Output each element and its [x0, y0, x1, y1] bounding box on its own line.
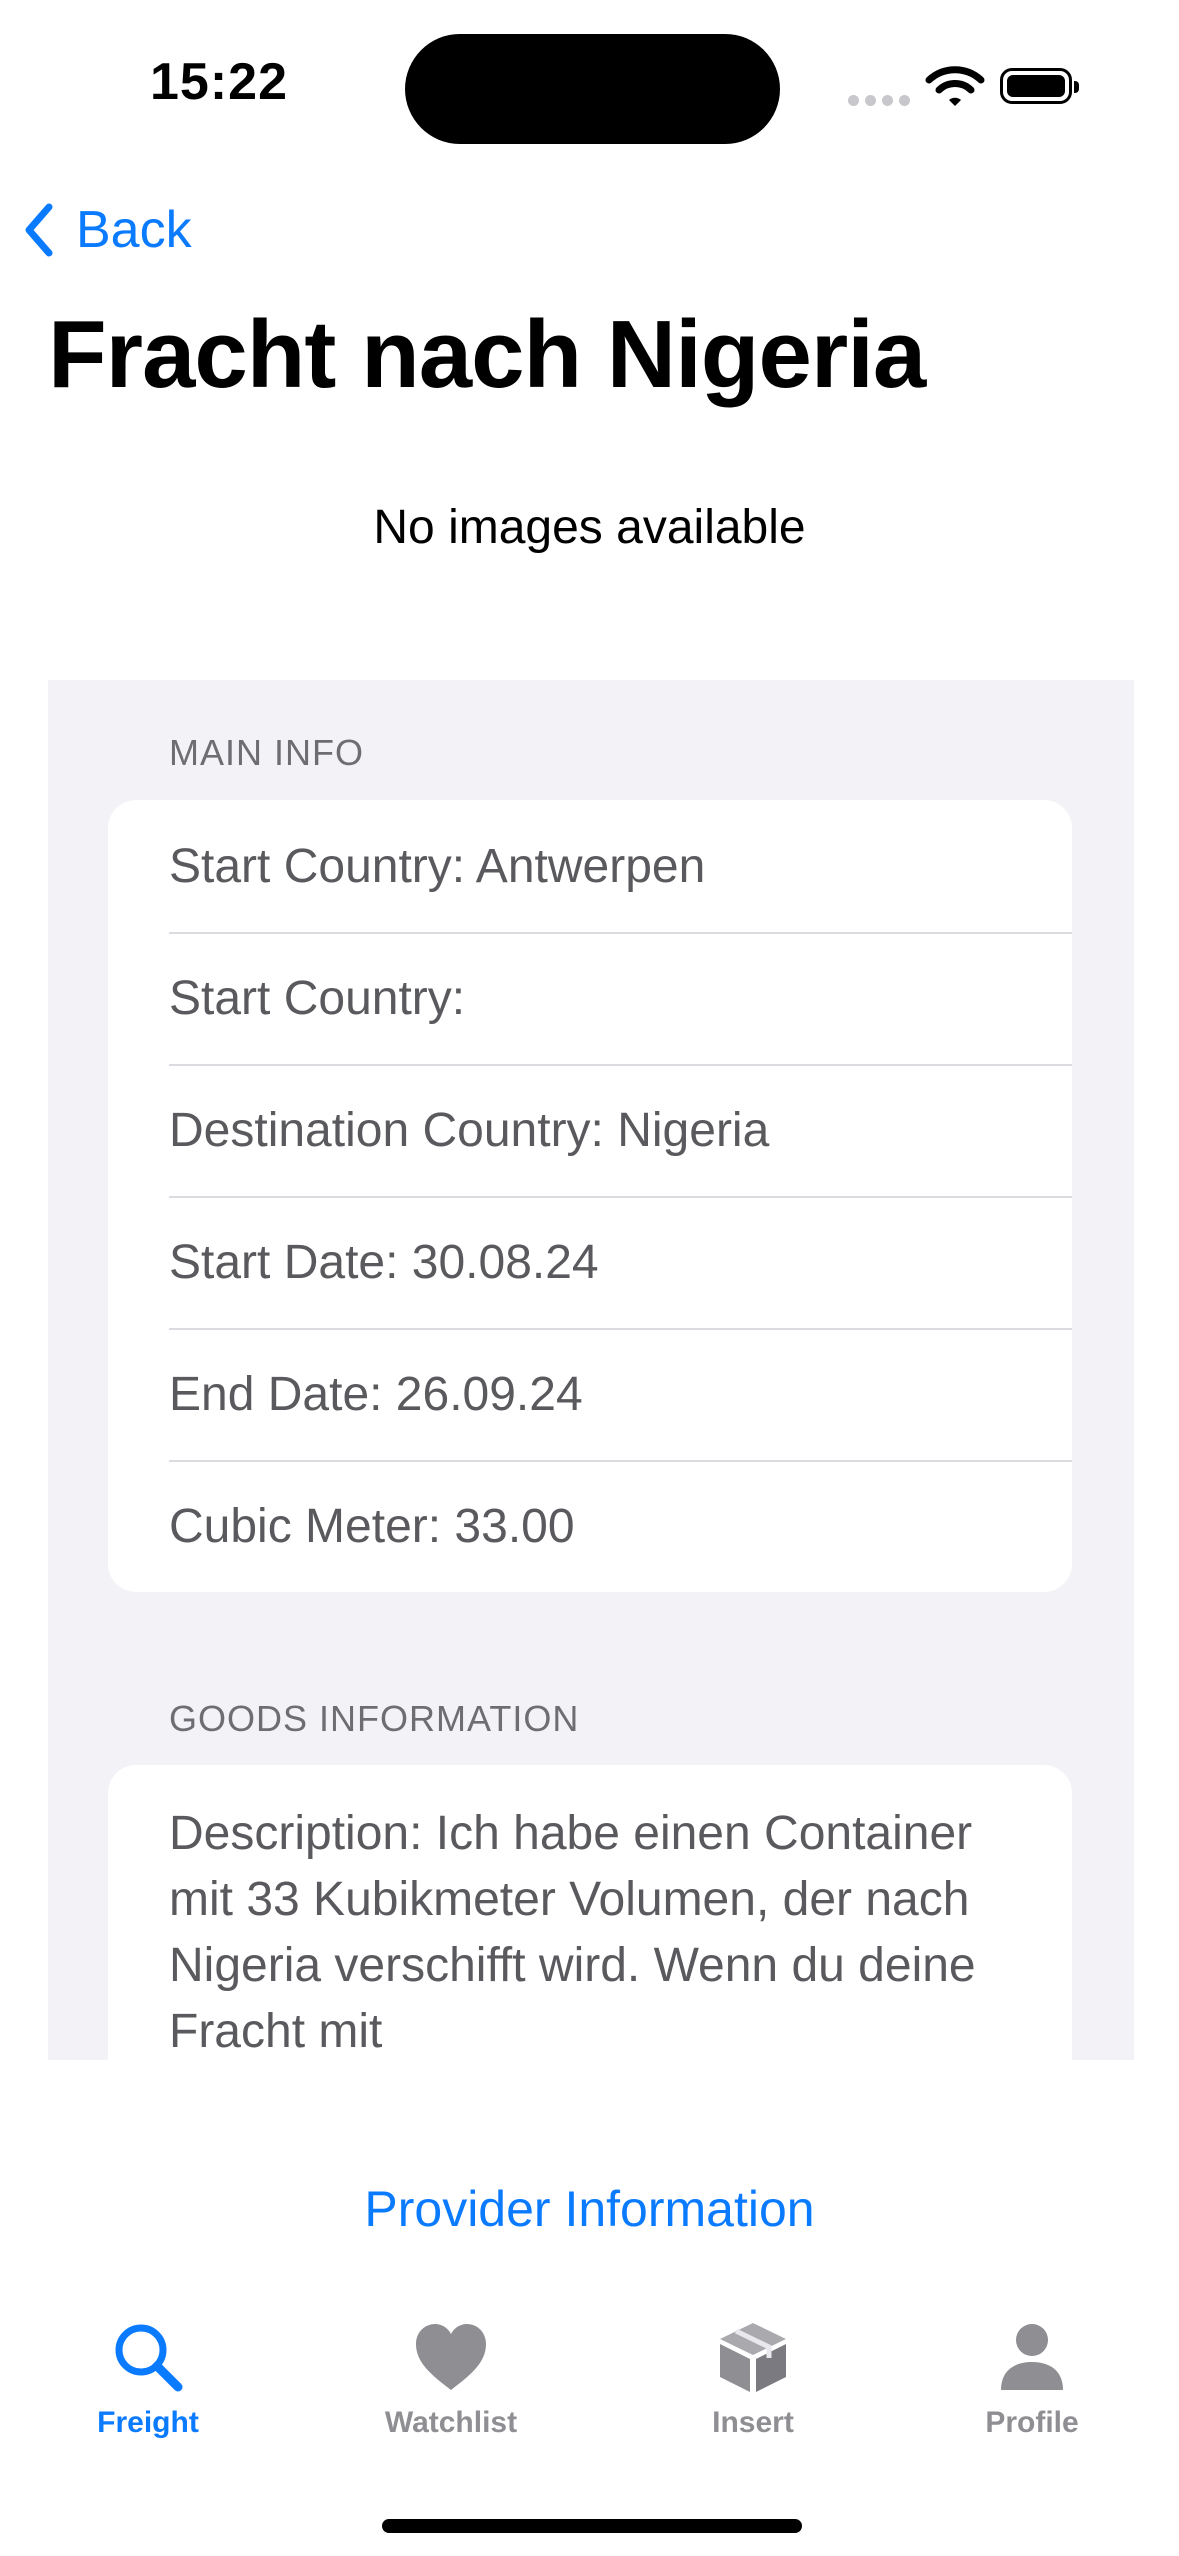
no-images-text: No images available — [373, 501, 806, 554]
tab-watchlist[interactable]: Watchlist — [351, 2320, 551, 2440]
back-label: Back — [76, 201, 192, 259]
info-row-start-country: Start Country: Antwerpen — [169, 839, 706, 893]
goods-description: Description: Ich habe einen Container mi… — [169, 1807, 976, 2058]
tab-freight[interactable]: Freight — [48, 2320, 248, 2440]
section-header-main-info: MAIN INFO — [169, 732, 364, 773]
info-row-start-date: Start Date: 30.08.24 — [108, 1196, 1072, 1328]
info-row-end-date: End Date: 26.09.24 — [108, 1328, 1072, 1460]
back-button[interactable]: Back — [24, 190, 192, 270]
wifi-icon — [925, 66, 985, 106]
tab-profile[interactable]: Profile — [932, 2320, 1132, 2440]
main-info-card: Start Country: Antwerpen Start Country: … — [108, 800, 1072, 1592]
info-row-destination-country: Destination Country: Nigeria — [108, 1064, 1072, 1196]
provider-information-link[interactable]: Provider Information — [0, 2180, 1179, 2238]
tab-bar: Freight Watchlist Insert Profile — [0, 2310, 1179, 2490]
tab-insert[interactable]: Insert — [653, 2320, 853, 2440]
status-bar: 15:22 — [0, 0, 1179, 180]
status-time: 15:22 — [150, 53, 288, 111]
home-indicator[interactable] — [382, 2519, 802, 2533]
battery-icon — [1000, 68, 1079, 104]
info-row-start-country-empty: Start Country: — [108, 932, 1072, 1064]
details-form[interactable]: MAIN INFO Start Country: Antwerpen Start… — [48, 680, 1134, 2060]
heart-icon — [416, 2324, 486, 2390]
tab-label-profile: Profile — [985, 2406, 1079, 2439]
info-row-cubic-meter: Cubic Meter: 33.00 — [108, 1460, 1072, 1592]
tab-label-insert: Insert — [712, 2406, 794, 2439]
dynamic-island — [405, 34, 780, 144]
section-header-goods-information: GOODS INFORMATION — [169, 1698, 580, 1739]
package-icon — [720, 2323, 786, 2392]
person-icon — [1001, 2324, 1063, 2390]
chevron-left-icon — [25, 203, 53, 257]
cellular-signal-icon — [848, 95, 910, 106]
search-icon — [115, 2324, 183, 2392]
tab-label-watchlist: Watchlist — [384, 2406, 518, 2439]
tab-label-freight: Freight — [97, 2406, 199, 2439]
page-title: Fracht nach Nigeria — [48, 301, 926, 408]
goods-information-card: Description: Ich habe einen Container mi… — [108, 1765, 1072, 2060]
